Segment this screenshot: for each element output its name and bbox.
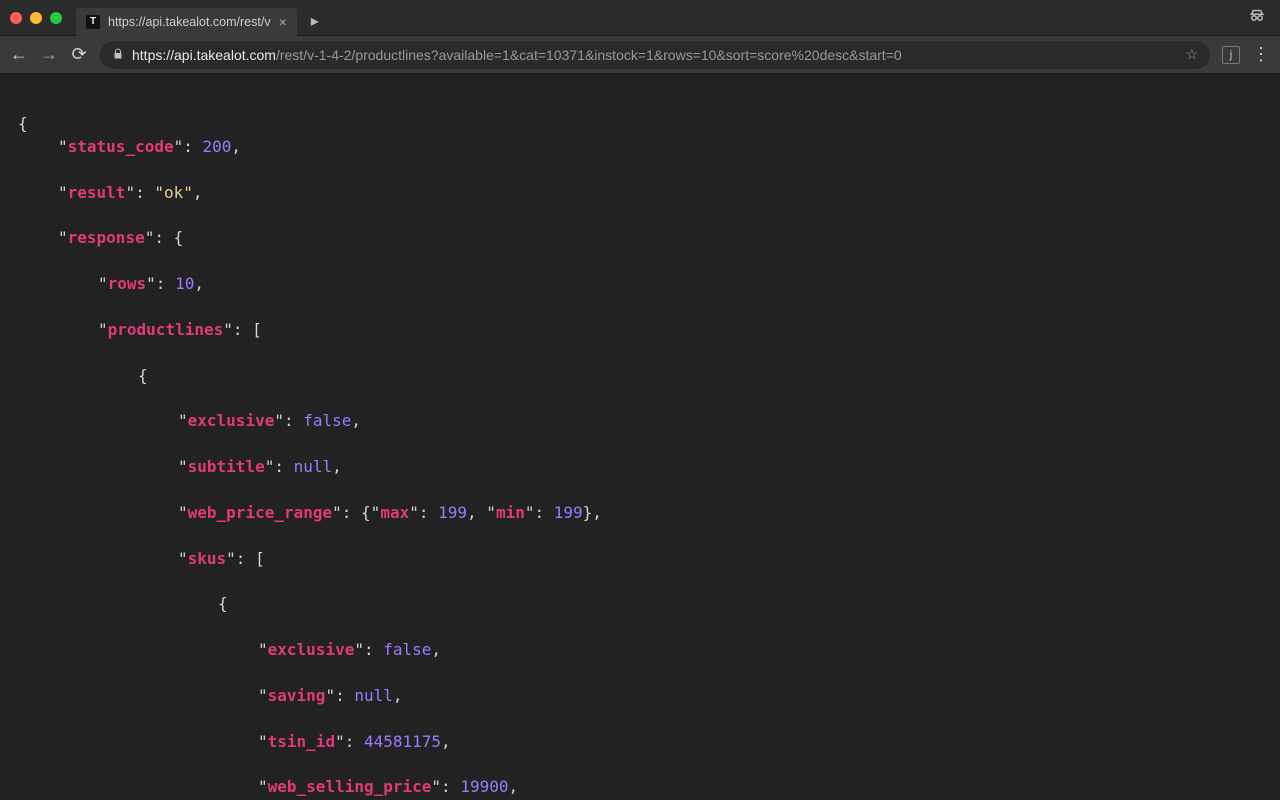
tab-favicon: T: [86, 15, 100, 29]
lock-icon: [112, 47, 124, 63]
window-titlebar: T https://api.takealot.com/rest/v × ▸: [0, 0, 1280, 36]
reload-button[interactable]: ⟳: [70, 44, 88, 65]
window-controls: [10, 12, 62, 24]
incognito-icon: [1248, 6, 1266, 29]
address-url: https://api.takealot.com/rest/v-1-4-2/pr…: [132, 47, 902, 63]
json-viewer: { "status_code": 200, "result": "ok", "r…: [0, 74, 1280, 800]
back-button[interactable]: ←: [10, 44, 28, 65]
extension-icon[interactable]: j: [1222, 46, 1240, 64]
address-bar[interactable]: https://api.takealot.com/rest/v-1-4-2/pr…: [100, 41, 1210, 69]
menu-button[interactable]: ⋮: [1252, 44, 1270, 65]
maximize-window-button[interactable]: [50, 12, 62, 24]
browser-toolbar: ← → ⟳ https://api.takealot.com/rest/v-1-…: [0, 36, 1280, 74]
browser-tab[interactable]: T https://api.takealot.com/rest/v ×: [76, 8, 297, 36]
minimize-window-button[interactable]: [30, 12, 42, 24]
tab-close-icon[interactable]: ×: [279, 14, 287, 30]
close-window-button[interactable]: [10, 12, 22, 24]
forward-button[interactable]: →: [40, 44, 58, 65]
new-tab-button[interactable]: ▸: [305, 11, 325, 31]
tab-title: https://api.takealot.com/rest/v: [108, 15, 271, 29]
star-icon[interactable]: ☆: [1185, 46, 1198, 63]
